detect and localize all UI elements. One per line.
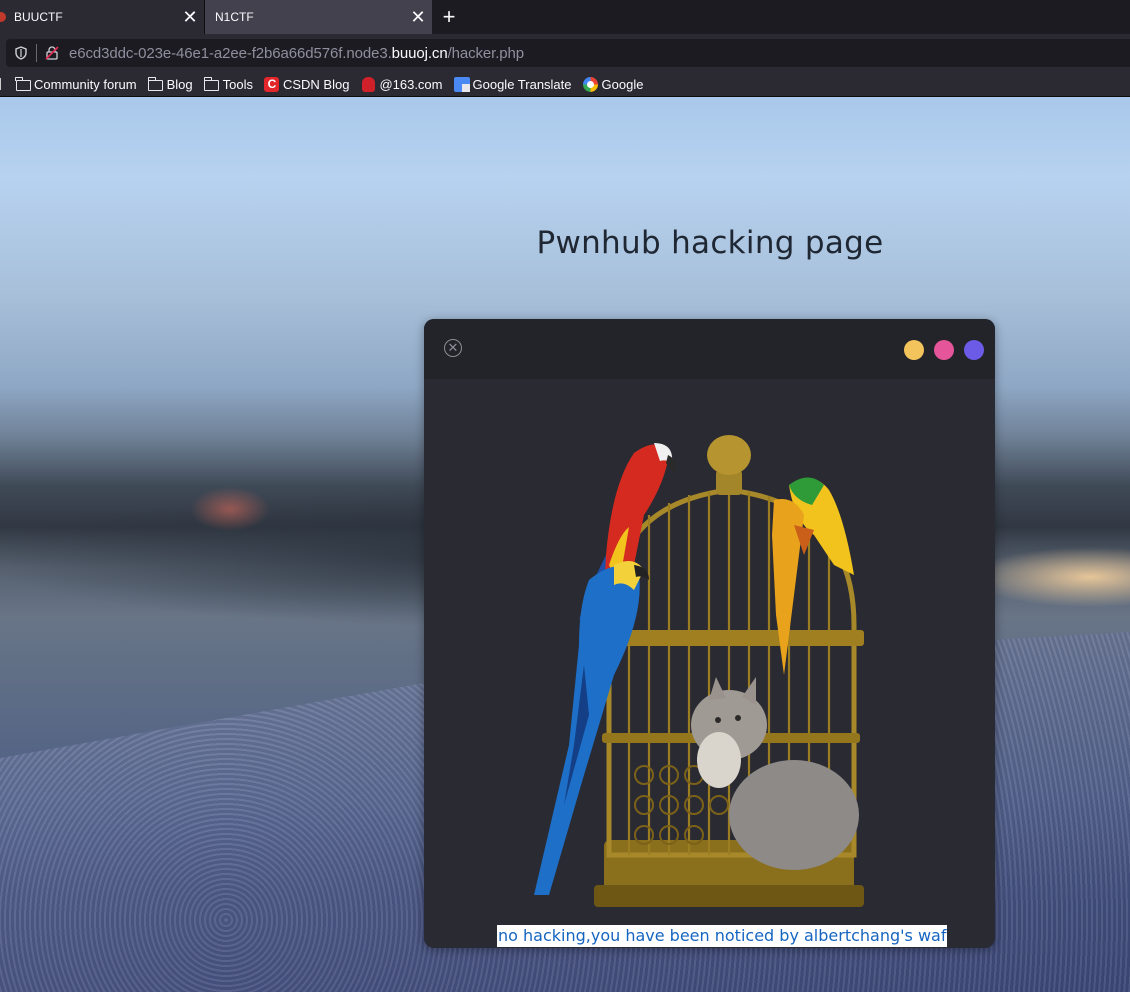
yellow-dot-icon xyxy=(904,340,924,360)
bookmark-blog[interactable]: Blog xyxy=(147,76,193,92)
url-bar[interactable]: e6cd3ddc-023e-46e1-a2ee-f2b6a66d576f.nod… xyxy=(6,39,1130,67)
close-circle-icon[interactable]: ✕ xyxy=(444,339,462,357)
buuctf-favicon-icon xyxy=(0,12,6,22)
page-viewport: Pwnhub hacking page ✕ no hacking,you hav… xyxy=(0,97,1130,992)
tab-buuctf[interactable]: BUUCTF ✕ xyxy=(0,0,205,34)
bookmark-google-translate[interactable]: Google Translate xyxy=(453,76,572,92)
url-path: /hacker.php xyxy=(447,44,525,62)
purple-dot-icon xyxy=(964,340,984,360)
csdn-icon: C xyxy=(264,76,280,92)
bookmark-tools[interactable]: Tools xyxy=(203,76,253,92)
url-text[interactable]: e6cd3ddc-023e-46e1-a2ee-f2b6a66d576f.nod… xyxy=(69,45,524,62)
terminal-window: ✕ no hacking,you have been noticed by al… xyxy=(424,319,995,948)
bookmark-csdn-blog[interactable]: C CSDN Blog xyxy=(264,76,349,92)
page-title: Pwnhub hacking page xyxy=(536,225,884,261)
bookmark-label: Google xyxy=(601,76,644,92)
bookmark-community-forum[interactable]: Community forum xyxy=(15,76,137,92)
folder-icon xyxy=(15,76,31,92)
insecure-connection-icon[interactable] xyxy=(45,46,59,60)
url-separator xyxy=(36,44,37,62)
bookmark-label: Google Translate xyxy=(472,76,572,92)
close-tab-icon[interactable]: ✕ xyxy=(176,0,204,34)
terminal-header: ✕ xyxy=(424,319,995,379)
tracking-protection-shield-icon[interactable] xyxy=(6,46,36,60)
waf-message: no hacking,you have been noticed by albe… xyxy=(497,925,948,947)
bookmark-label: Blog xyxy=(166,76,193,92)
new-tab-button[interactable]: + xyxy=(432,0,466,34)
url-prefix: e6cd3ddc-023e-46e1-a2ee-f2b6a66d576f.nod… xyxy=(69,44,392,62)
tab-bar: BUUCTF ✕ N1CTF ✕ + xyxy=(0,0,1130,34)
folder-icon xyxy=(203,76,220,92)
folder-icon xyxy=(147,76,164,92)
bookmark-label: Tools xyxy=(222,76,253,92)
tab-title: BUUCTF xyxy=(14,10,63,24)
google-translate-icon xyxy=(453,76,470,92)
close-tab-icon[interactable]: ✕ xyxy=(404,0,432,34)
parrots-birdcage-cat-image xyxy=(534,435,864,907)
bookmarks-overflow-edge xyxy=(0,78,7,90)
bookmark-label: CSDN Blog xyxy=(282,76,350,92)
netease-icon xyxy=(360,76,376,92)
google-icon xyxy=(583,76,599,92)
tab-title: N1CTF xyxy=(215,10,254,24)
navigation-bar: e6cd3ddc-023e-46e1-a2ee-f2b6a66d576f.nod… xyxy=(0,34,1130,72)
bookmark-label: Community forum xyxy=(34,76,137,92)
bookmark-label: @163.com xyxy=(379,76,443,92)
tab-n1ctf[interactable]: N1CTF ✕ xyxy=(205,0,432,34)
url-domain: buuoj.cn xyxy=(391,44,448,62)
bookmark-google[interactable]: Google xyxy=(583,76,644,92)
pink-dot-icon xyxy=(934,340,954,360)
bookmark-163[interactable]: @163.com xyxy=(360,76,443,92)
bookmarks-toolbar: Community forum Blog Tools C CSDN Blog @… xyxy=(0,72,1130,97)
